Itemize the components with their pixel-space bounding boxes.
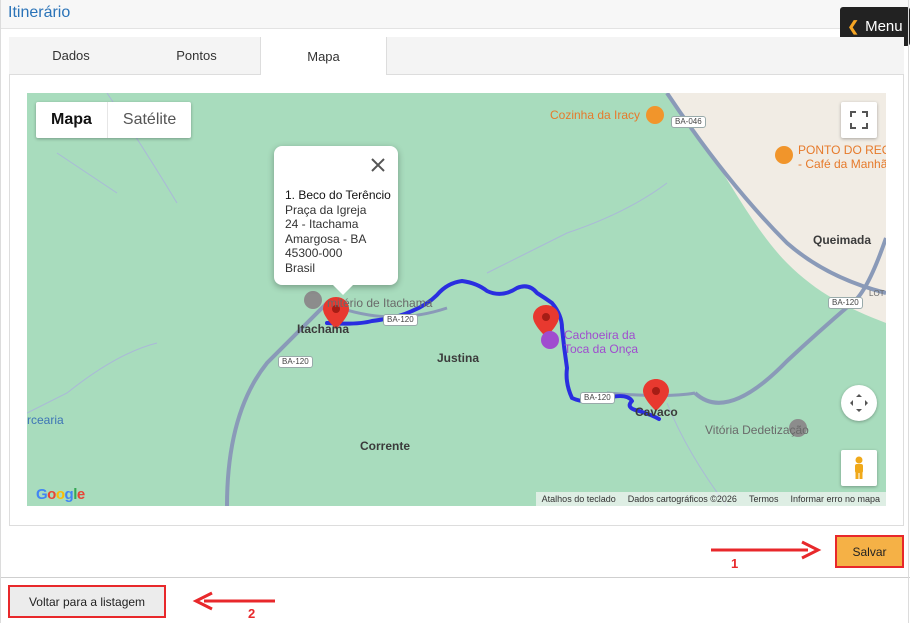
map-canvas	[27, 93, 886, 506]
map-type-control: Mapa Satélite	[36, 102, 192, 138]
place-cachoeira-line1[interactable]: Cachoeira da	[564, 328, 635, 342]
place-arceria[interactable]: rcearia	[27, 413, 64, 427]
infowindow-line4: 45300-000	[285, 246, 343, 260]
map-type-satelite[interactable]: Satélite	[108, 102, 191, 138]
place-ponto[interactable]: PONTO DO REQ	[798, 143, 886, 157]
road-ba120-east: BA-120	[828, 297, 863, 309]
back-to-list-button[interactable]: Voltar para a listagem	[8, 585, 166, 618]
place-lot: LOT	[869, 289, 885, 298]
place-cemiterio[interactable]: mitério de Itachama	[327, 296, 432, 310]
tab-mapa[interactable]: Mapa	[260, 37, 387, 75]
map-view[interactable]: Mapa Satélite Cozinha da Iracy PONTO DO …	[27, 93, 886, 506]
place-corrente: Corrente	[360, 439, 411, 453]
close-icon[interactable]	[368, 155, 388, 175]
annotation-number-1: 1	[731, 556, 739, 571]
infowindow-line1: Praça da Igreja	[285, 202, 367, 217]
map-data-text: Dados cartográficos ©2026	[627, 494, 737, 504]
page-header: Itinerário	[0, 0, 910, 29]
street-view-pegman[interactable]	[841, 450, 877, 486]
road-ba120-west: BA-120	[278, 356, 313, 368]
tab-dados[interactable]: Dados	[9, 37, 133, 74]
menu-label: Menu	[865, 18, 903, 35]
place-cozinha[interactable]: Cozinha da Iracy	[550, 108, 640, 122]
infowindow-line2: 24 - Itachama	[285, 217, 359, 231]
place-vitoria[interactable]: Vitória Dedetização	[705, 423, 809, 437]
place-cafe: - Café da Manhã	[798, 157, 886, 171]
google-logo[interactable]: Google	[36, 486, 85, 503]
annotation-number-2: 2	[248, 606, 256, 621]
road-ba120-itachama: BA-120	[383, 314, 418, 326]
road-ba120-cavaco: BA-120	[580, 392, 615, 404]
fullscreen-button[interactable]	[841, 102, 877, 138]
infowindow-title: 1. Beco do Terêncio	[285, 188, 391, 202]
place-justina: Justina	[437, 351, 480, 365]
annotation-arrow-2	[192, 591, 275, 611]
keyboard-shortcuts-link[interactable]: Atalhos do teclado	[542, 494, 616, 504]
map-infowindow: 1. Beco do Terêncio Praça da Igreja 24 -…	[274, 146, 398, 285]
road-ba046: BA-046	[671, 116, 706, 128]
divider	[0, 577, 910, 578]
chevron-left-icon: ❮	[847, 18, 860, 34]
fullscreen-icon	[850, 111, 868, 129]
terms-link[interactable]: Termos	[749, 494, 779, 504]
place-itachama: Itachama	[297, 322, 350, 336]
infowindow-body: 1. Beco do Terêncio Praça da Igreja 24 -…	[285, 188, 391, 275]
tab-pontos[interactable]: Pontos	[133, 37, 260, 74]
place-cachoeira-line2: Toca da Onça	[564, 342, 639, 356]
save-button[interactable]: Salvar	[835, 535, 904, 568]
pegman-icon	[855, 456, 863, 479]
page-title: Itinerário	[8, 4, 71, 21]
report-error-link[interactable]: Informar erro no mapa	[790, 494, 880, 504]
pan-arrows-icon	[850, 394, 868, 412]
place-cavaco: Cavaco	[635, 405, 678, 419]
camera-control-button[interactable]	[841, 385, 877, 421]
annotation-arrow-1	[711, 540, 822, 560]
map-type-mapa[interactable]: Mapa	[36, 102, 108, 138]
map-attribution: Atalhos do teclado Dados cartográficos ©…	[535, 492, 886, 506]
infowindow-tail	[333, 285, 353, 295]
infowindow-line3: Amargosa - BA	[285, 231, 367, 246]
infowindow-line5: Brasil	[285, 260, 316, 275]
place-queimada: Queimada	[813, 233, 872, 247]
tab-bar: Dados Pontos Mapa	[9, 37, 904, 75]
